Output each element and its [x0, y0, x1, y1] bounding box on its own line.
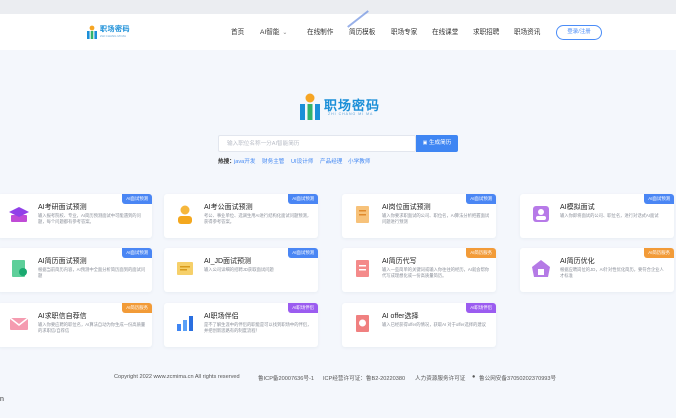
hot-tag[interactable]: java开发: [234, 157, 255, 165]
hot-tag[interactable]: 财务主管: [262, 157, 284, 165]
card-badge: AI面试预测: [288, 248, 318, 258]
nav-item-ai-label: AI智能: [260, 29, 280, 36]
person-icon: [178, 205, 192, 224]
hot-tag[interactable]: UI设计师: [291, 157, 313, 165]
card-badge: AI面试预测: [466, 194, 496, 204]
generate-resume-button[interactable]: ▣ 生成简历: [416, 135, 458, 152]
card-title: AI_JD面试预测: [204, 258, 252, 265]
card-ai-cover-letter[interactable]: AI求职信自荐信 输入你要应聘的职位名，AI算法自动为你生成一份高质量的求职信/…: [0, 303, 152, 347]
card-title: AI职场伴侣: [204, 313, 239, 320]
card-title: AI考研面试预测: [38, 204, 87, 211]
hot-label: 热搜：: [218, 159, 235, 165]
footer-icp-link[interactable]: 鲁ICP备20007636号-1: [258, 374, 314, 382]
card-badge: AI简历服务: [466, 248, 496, 258]
hot-tag[interactable]: 产品经理: [320, 157, 342, 165]
card-title: AI岗位面试预测: [382, 204, 431, 211]
logo-mark-icon: [87, 25, 97, 39]
card-ai-jd-interview[interactable]: AI_JD面试预测 输入公司详细的招聘JD获取面试问题 AI面试预测: [164, 248, 318, 292]
nav-item-experts[interactable]: 职场专家: [391, 26, 417, 36]
card-title: AI简历优化: [560, 258, 595, 265]
card-ai-grad-interview[interactable]: AI考研面试预测 输入报考院校、专业，AI简历预测面试中可能遇到的问题，每个问题…: [0, 194, 152, 238]
card-badge: AI职场伴侣: [288, 303, 318, 313]
letter-icon: [9, 317, 29, 330]
card-title: AI模拟面试: [560, 204, 595, 211]
card-desc: 根据应聘岗位的JD，AI针对性优化简历，要符合企业人才标准: [560, 267, 664, 279]
resume-optimize-icon: [532, 260, 550, 277]
card-desc: 输入报考院校、专业，AI简历预测面试中可能遇到的问题，每个问题都有参考答案。: [38, 213, 141, 225]
resume-scan-icon: [12, 260, 27, 277]
card-title: AI offer选择: [382, 313, 419, 320]
card-badge: AI面试预测: [644, 194, 674, 204]
browser-top-strip: [0, 0, 676, 15]
card-desc: 输入已经获得offer的情况，获取AI 对于offer选择的建议: [382, 322, 486, 327]
card-desc: 输入你要求职面试的公司、职位名，AI算法分析把握面试问题进行预测: [382, 213, 490, 225]
jd-document-icon: [177, 262, 193, 275]
card-desc: 考公、事业单位、选调生用AI进行结构化面试问题预测，获得参考答案。: [204, 213, 312, 225]
offer-choice-icon: [356, 315, 369, 332]
hot-tag[interactable]: 小学教师: [348, 157, 370, 165]
chart-icon: [177, 316, 193, 331]
card-ai-resume-optimize[interactable]: AI简历优化 根据应聘岗位的JD，AI针对性优化简历，要符合企业人才标准 AI简…: [520, 248, 674, 292]
document-icon: [356, 206, 369, 223]
card-ai-resume-writing[interactable]: AI简历代写 输入一些简单的关键词或输入你往往的经历，AI就会帮你代写成理想化或…: [342, 248, 496, 292]
nav-item-news[interactable]: 职场资讯: [514, 26, 540, 36]
card-ai-mock-interview[interactable]: AI模拟面试 输入你即将面试的公司、职位名，进行对话式AI面试 AI面试预测: [520, 194, 674, 238]
card-title: AI求职信自荐信: [38, 313, 87, 320]
police-badge-icon: ●: [472, 374, 476, 380]
search-input[interactable]: 输入职位名称一分AI智能简历: [218, 135, 416, 152]
card-desc: 是不了解生涯中的伴侣的职能是可以找到职场中的伴侣，并把创新思路有的制度流程！: [204, 322, 312, 334]
footer-copyright: Copyright 2022 www.zcmima.cn All rights …: [114, 374, 240, 380]
nav-item-ai[interactable]: AI智能 ⌄: [260, 26, 287, 36]
generate-icon: ▣: [422, 140, 428, 146]
footer-license-link[interactable]: ICP经营许可证：鲁B2-20220380: [323, 374, 405, 382]
login-register-button[interactable]: 登录/注册: [556, 25, 602, 40]
chevron-down-icon: ⌄: [282, 30, 288, 36]
card-badge: AI职场伴侣: [466, 303, 496, 313]
site-logo[interactable]: 职场密码 ZHI CHANG MI MA: [86, 25, 130, 39]
card-badge: AI简历服务: [122, 303, 152, 313]
card-title: AI考公面试预测: [204, 204, 253, 211]
card-ai-resume-interview[interactable]: AI简历面试预测 根据当前简历内容，AI预测中全面分析简历面到的面试问题 AI面…: [0, 248, 152, 292]
nav-item-templates[interactable]: 简历模板: [349, 26, 375, 36]
card-ai-civil-interview[interactable]: AI考公面试预测 考公、事业单位、选调生用AI进行结构化面试问题预测，获得参考答…: [164, 194, 318, 238]
card-badge: AI面试预测: [288, 194, 318, 204]
generate-resume-label: 生成简历: [428, 140, 452, 146]
card-ai-job-interview[interactable]: AI岗位面试预测 输入你要求职面试的公司、职位名，AI算法分析把握面试问题进行预…: [342, 194, 496, 238]
card-badge: AI面试预测: [122, 248, 152, 258]
card-title: AI简历代写: [382, 258, 417, 265]
nav-item-jobs[interactable]: 求职招聘: [473, 26, 499, 36]
hero-logo: 职场密码 ZHI CHANG MI MA: [298, 93, 380, 123]
bottom-fragment: n: [0, 396, 4, 403]
nav-item-online-create[interactable]: 在线制作: [307, 26, 333, 36]
card-desc: 输入一些简单的关键词或输入你往往的经历，AI就会帮你代写成理想化或一份高质量简历…: [382, 267, 490, 279]
card-desc: 输入公司详细的招聘JD获取面试问题: [204, 267, 274, 272]
logo-subtext: ZHI CHANG MI MA: [100, 34, 126, 38]
hero-logo-mark-icon: [300, 93, 320, 120]
card-badge: AI面试预测: [122, 194, 152, 204]
nav-item-home[interactable]: 首页: [231, 26, 244, 36]
footer-police-link[interactable]: 鲁公网安备37050202370993号: [479, 374, 556, 382]
graduation-cap-icon: [9, 207, 29, 222]
user-badge-icon: [533, 206, 549, 222]
card-desc: 输入你要应聘的职位名，AI算法自动为你生成一份高质量的求职信/自荐信: [38, 322, 146, 334]
logo-text: 职场密码: [100, 26, 130, 33]
card-ai-offer-choice[interactable]: AI offer选择 输入已经获得offer的情况，获取AI 对于offer选择…: [342, 303, 496, 347]
header: 职场密码 ZHI CHANG MI MA 首页 AI智能 ⌄ 在线制作 简历模板 …: [0, 14, 676, 50]
footer-hr-license-link[interactable]: 人力资源服务许可证: [415, 374, 465, 382]
hero-logo-subtext: ZHI CHANG MI MA: [328, 112, 374, 116]
card-ai-career-partner[interactable]: AI职场伴侣 是不了解生涯中的伴侣的职能是可以找到职场中的伴侣，并把创新思路有的…: [164, 303, 318, 347]
resume-write-icon: [356, 260, 369, 277]
card-desc: 根据当前简历内容，AI预测中全面分析简历面到的面试问题: [38, 267, 146, 279]
card-title: AI简历面试预测: [38, 258, 87, 265]
nav-item-classroom[interactable]: 在线课堂: [432, 26, 458, 36]
card-badge: AI简历服务: [644, 248, 674, 258]
card-desc: 输入你即将面试的公司、职位名，进行对话式AI面试: [560, 213, 659, 218]
